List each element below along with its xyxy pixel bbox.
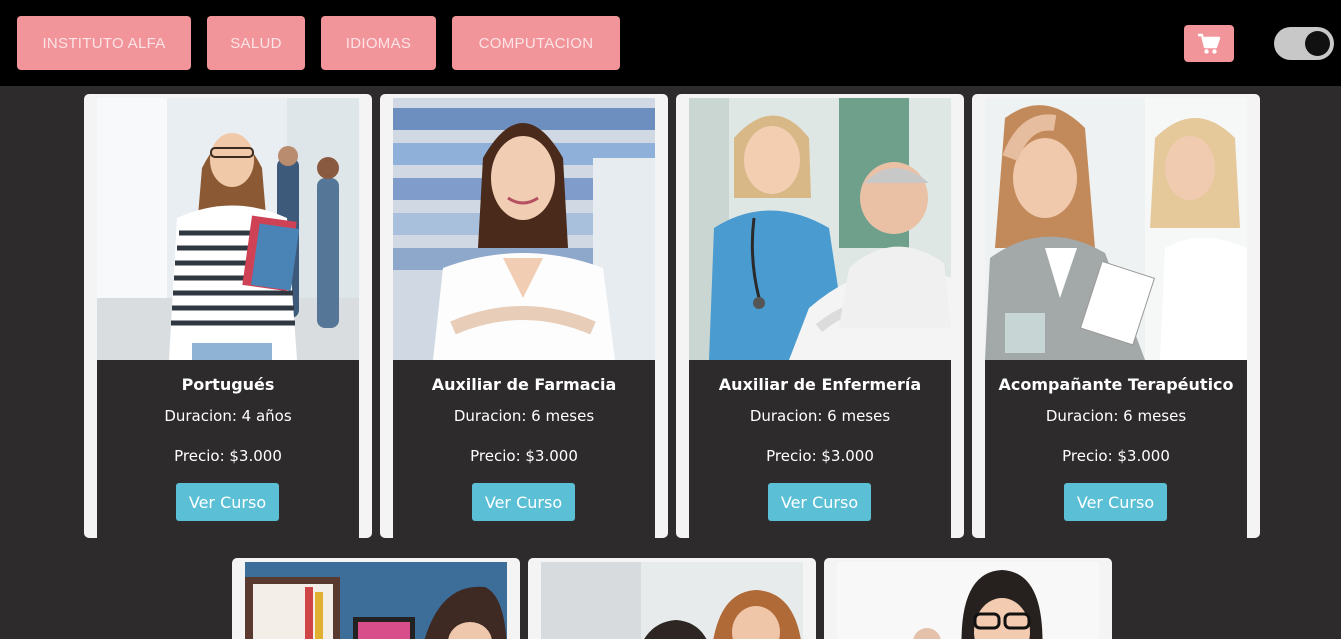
- course-image-computer: [245, 562, 507, 639]
- course-title: Acompañante Terapéutico: [998, 375, 1234, 394]
- course-card-body: Portugués Duracion: 4 años Precio: $3.00…: [97, 98, 359, 538]
- course-card: Auxiliar de Farmacia Duracion: 6 meses P…: [380, 94, 668, 538]
- course-card: [824, 558, 1112, 639]
- course-price: Precio: $3.000: [766, 447, 874, 465]
- course-card: Acompañante Terapéutico Duracion: 6 mese…: [972, 94, 1260, 538]
- course-card-body: Acompañante Terapéutico Duracion: 6 mese…: [985, 98, 1247, 538]
- course-title: Auxiliar de Enfermería: [718, 375, 922, 394]
- course-price: Precio: $3.000: [174, 447, 282, 465]
- course-price: Precio: $3.000: [470, 447, 578, 465]
- ver-curso-button[interactable]: Ver Curso: [768, 483, 871, 521]
- course-card-body: Auxiliar de Enfermería Duracion: 6 meses…: [689, 98, 951, 538]
- course-title: Portugués: [181, 375, 275, 394]
- course-duration: Duracion: 6 meses: [453, 407, 595, 425]
- course-duration: Duracion: 6 meses: [749, 407, 891, 425]
- course-card: Portugués Duracion: 4 años Precio: $3.00…: [84, 94, 372, 538]
- course-image-nurse: [689, 98, 951, 360]
- course-price: Precio: $3.000: [1062, 447, 1170, 465]
- nav-instituto-alfa-button[interactable]: INSTITUTO ALFA: [17, 16, 191, 70]
- course-card: [528, 558, 816, 639]
- nav-idiomas-button[interactable]: IDIOMAS: [321, 16, 436, 70]
- course-image-student: [97, 98, 359, 360]
- nav-salud-button[interactable]: SALUD: [207, 16, 305, 70]
- course-title: Auxiliar de Farmacia: [431, 375, 617, 394]
- theme-toggle[interactable]: [1274, 27, 1334, 60]
- course-duration: Duracion: 4 años: [164, 407, 292, 425]
- course-card-body: Auxiliar de Farmacia Duracion: 6 meses P…: [393, 98, 655, 538]
- cart-icon: [1198, 33, 1221, 54]
- top-navbar: INSTITUTO ALFA SALUD IDIOMAS COMPUTACION: [0, 0, 1341, 86]
- course-image-teacher: [837, 562, 1099, 639]
- ver-curso-button[interactable]: Ver Curso: [472, 483, 575, 521]
- course-card: Auxiliar de Enfermería Duracion: 6 meses…: [676, 94, 964, 538]
- cart-button[interactable]: [1184, 25, 1234, 62]
- toggle-knob: [1305, 31, 1330, 56]
- nav-computacion-button[interactable]: COMPUTACION: [452, 16, 620, 70]
- course-card: [232, 558, 520, 639]
- ver-curso-button[interactable]: Ver Curso: [176, 483, 279, 521]
- ver-curso-button[interactable]: Ver Curso: [1064, 483, 1167, 521]
- course-image-pharmacist: [393, 98, 655, 360]
- course-image-therapy: [985, 98, 1247, 360]
- course-duration: Duracion: 6 meses: [1045, 407, 1187, 425]
- course-image-classroom: [541, 562, 803, 639]
